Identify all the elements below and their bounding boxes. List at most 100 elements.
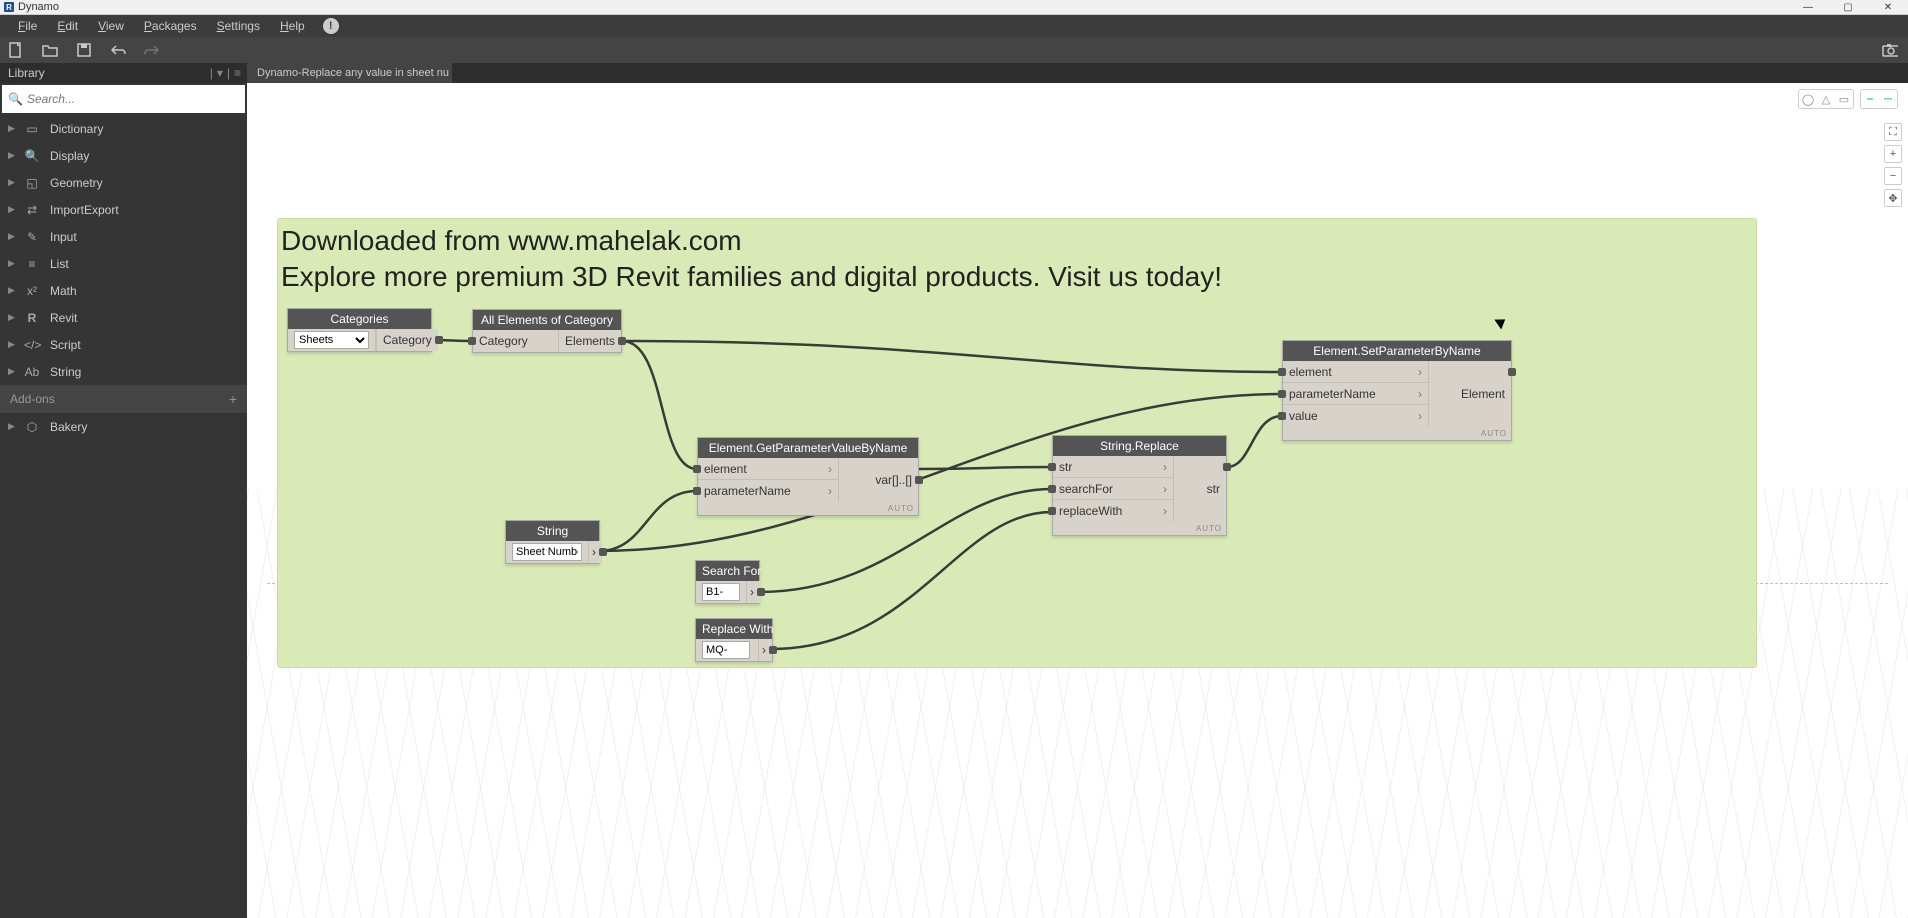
output-port[interactable] <box>599 548 607 556</box>
library-item-display[interactable]: ▶🔍Display <box>0 142 247 169</box>
library-filter-icon[interactable]: ▾ <box>217 66 223 80</box>
notification-icon[interactable]: ! <box>323 18 339 34</box>
input-port-label: searchFor <box>1059 482 1113 496</box>
pan-button[interactable]: ✥ <box>1884 189 1902 207</box>
library-item-label: ImportExport <box>50 203 119 217</box>
input-port[interactable] <box>1048 485 1056 493</box>
input-port[interactable] <box>1048 463 1056 471</box>
input-port[interactable] <box>1278 368 1286 376</box>
library-item-list[interactable]: ▶≡List <box>0 250 247 277</box>
addons-title: Add-ons <box>10 392 55 406</box>
library-item-importexport[interactable]: ▶⇄ImportExport <box>0 196 247 223</box>
add-addon-button[interactable]: + <box>229 391 237 407</box>
node-get-parameter-value[interactable]: Element.GetParameterValueByName element›… <box>697 437 919 516</box>
search-icon: 🔍 <box>8 92 23 106</box>
output-port[interactable] <box>769 646 777 654</box>
input-port[interactable] <box>693 487 701 495</box>
library-item-label: Dictionary <box>50 122 103 136</box>
connector-style-toggle[interactable]: ⎯ ⎓ <box>1860 89 1898 109</box>
solid-icon: ◯ <box>1799 90 1817 108</box>
library-item-bakery[interactable]: ▶⬡Bakery <box>0 413 247 440</box>
watermark-line1: Downloaded from www.mahelak.com <box>281 223 1222 259</box>
menu-help[interactable]: Help <box>270 15 315 37</box>
output-port[interactable] <box>1508 368 1516 376</box>
input-port-label: element <box>704 462 747 476</box>
magnifier-icon: 🔍 <box>24 149 40 163</box>
library-categories: ▶▭Dictionary ▶🔍Display ▶◱Geometry ▶⇄Impo… <box>0 115 247 918</box>
open-file-icon[interactable] <box>42 42 58 58</box>
input-port[interactable] <box>1278 390 1286 398</box>
node-all-elements-of-category[interactable]: All Elements of Category Category Elemen… <box>472 309 622 353</box>
menu-packages[interactable]: Packages <box>134 15 207 37</box>
undo-icon[interactable] <box>110 42 126 58</box>
string-input[interactable] <box>512 543 582 561</box>
window-titlebar: R Dynamo — ▢ ✕ <box>0 0 1908 15</box>
fit-view-button[interactable]: ⛶ <box>1884 123 1902 141</box>
hex-icon: ⬡ <box>24 420 40 434</box>
library-view-icon[interactable]: ≡ <box>234 66 241 80</box>
library-panel: Library | ▾ | ≡ 🔍 ▶▭Dictionary ▶🔍Display… <box>0 63 247 918</box>
input-port[interactable] <box>1278 412 1286 420</box>
snapshot-icon[interactable] <box>1882 42 1898 58</box>
output-port[interactable] <box>618 337 626 345</box>
node-set-parameter[interactable]: Element.SetParameterByName element› para… <box>1282 340 1512 441</box>
library-search-input[interactable] <box>27 92 239 106</box>
zoom-out-button[interactable]: − <box>1884 167 1902 185</box>
library-item-label: Math <box>50 284 77 298</box>
math-icon: x² <box>24 284 40 298</box>
menu-file[interactable]: File <box>8 15 47 37</box>
app-logo-icon: R <box>4 2 14 12</box>
library-item-input[interactable]: ▶✎Input <box>0 223 247 250</box>
library-item-string[interactable]: ▶AbString <box>0 358 247 385</box>
node-string-replace[interactable]: String.Replace str› searchFor› replaceWi… <box>1052 435 1227 536</box>
node-string[interactable]: String › <box>505 520 600 564</box>
window-minimize-button[interactable]: — <box>1788 0 1828 15</box>
input-port[interactable] <box>1048 507 1056 515</box>
text-icon: Ab <box>24 365 40 379</box>
replace-with-input[interactable] <box>702 641 750 659</box>
input-port-label: parameterName <box>704 484 791 498</box>
library-item-geometry[interactable]: ▶◱Geometry <box>0 169 247 196</box>
menu-settings[interactable]: Settings <box>207 15 270 37</box>
library-item-script[interactable]: ▶</>Script <box>0 331 247 358</box>
output-port[interactable] <box>435 336 443 344</box>
node-search-for[interactable]: Search For › <box>695 560 760 604</box>
tab-active[interactable]: Dynamo-Replace any value in sheet nu ✕ <box>247 63 452 83</box>
output-port[interactable] <box>757 588 765 596</box>
input-port-label: parameterName <box>1289 387 1376 401</box>
revit-icon: R <box>24 311 40 325</box>
search-for-input[interactable] <box>702 583 740 601</box>
library-item-dictionary[interactable]: ▶▭Dictionary <box>0 115 247 142</box>
menu-view[interactable]: View <box>88 15 134 37</box>
output-port[interactable] <box>915 476 923 484</box>
output-port[interactable] <box>1223 463 1231 471</box>
output-port-label: Element <box>1461 387 1505 401</box>
library-item-label: String <box>50 365 81 379</box>
library-item-math[interactable]: ▶x²Math <box>0 277 247 304</box>
tab-strip: Dynamo-Replace any value in sheet nu ✕ <box>247 63 1908 83</box>
swap-icon: ⇄ <box>24 203 40 217</box>
zoom-in-button[interactable]: + <box>1884 145 1902 163</box>
list-icon: ≡ <box>24 257 40 271</box>
window-title: Dynamo <box>18 1 59 13</box>
input-port[interactable] <box>693 465 701 473</box>
output-port-label: › <box>592 545 596 559</box>
categories-dropdown[interactable]: Sheets <box>294 331 369 349</box>
new-file-icon[interactable] <box>8 42 24 58</box>
output-port-label: str <box>1207 482 1220 496</box>
geometry-preview-toggle[interactable]: ◯ △ ▭ <box>1798 89 1854 109</box>
input-port[interactable] <box>468 337 476 345</box>
menu-edit[interactable]: Edit <box>47 15 88 37</box>
library-item-revit[interactable]: ▶RRevit <box>0 304 247 331</box>
node-categories[interactable]: Categories Sheets Category <box>287 308 432 352</box>
library-separator-icon: | <box>227 66 230 80</box>
save-icon[interactable] <box>76 42 92 58</box>
toolbar <box>0 37 1908 63</box>
window-close-button[interactable]: ✕ <box>1868 0 1908 15</box>
window-maximize-button[interactable]: ▢ <box>1828 0 1868 15</box>
redo-icon[interactable] <box>144 42 160 58</box>
library-item-label: Bakery <box>50 420 87 434</box>
library-search[interactable]: 🔍 <box>2 85 245 113</box>
graph-canvas[interactable]: Downloaded from www.mahelak.com Explore … <box>247 83 1908 918</box>
node-replace-with[interactable]: Replace With › <box>695 618 773 662</box>
